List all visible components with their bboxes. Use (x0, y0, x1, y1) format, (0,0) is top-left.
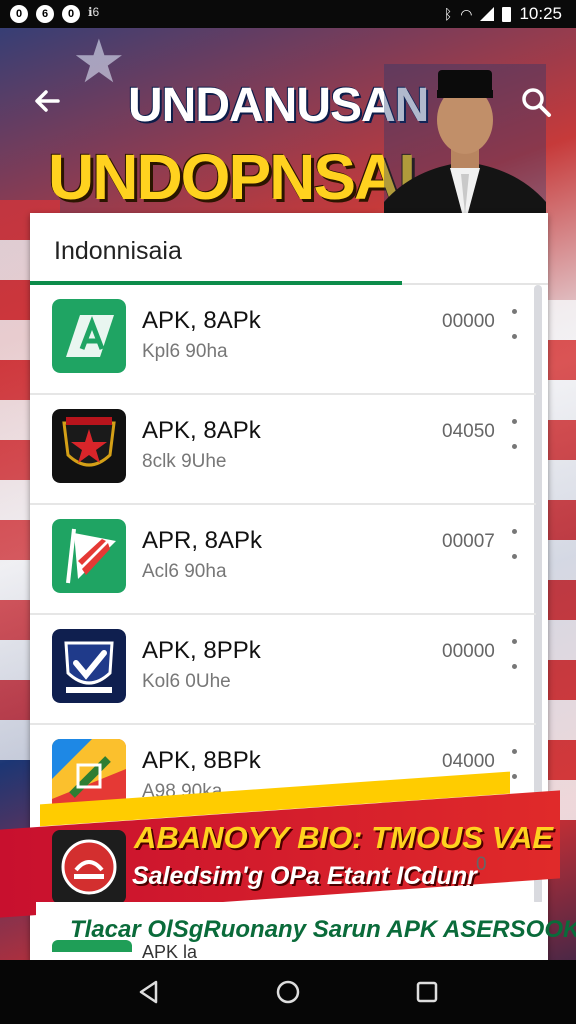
list-item[interactable]: APK, 8PPk Kol6 0Uhe 00000 (30, 615, 536, 725)
header-banner: UNDANUSAN UNDOPNSAI (0, 28, 576, 242)
more-options-icon[interactable] (506, 639, 522, 669)
notification-icon: 0 (10, 5, 28, 23)
battery-icon (502, 6, 512, 22)
navigation-bar (0, 960, 576, 1024)
promo-band-text: Tlacar OlSgRuonany Sarun APK ASERSOOK (70, 916, 576, 943)
flag-emblem-icon (52, 519, 126, 593)
status-bar: 0 6 0 ℹ6 ᛒ ◠ 10:25 (0, 0, 576, 28)
app-size: 04000 (442, 751, 495, 772)
app-title: APK, 8BPk (142, 747, 261, 774)
list-item[interactable]: APK, 8APk 8clk 9Uhe 04050 (30, 395, 536, 505)
wifi-icon: ◠ (460, 5, 473, 22)
app-size: 00000 (442, 641, 495, 662)
app-title: APK, 8PPk (142, 637, 261, 664)
back-triangle-icon (140, 980, 158, 1004)
app-subtitle: Kpl6 90ha (142, 341, 228, 362)
blue-shield-icon (52, 629, 126, 703)
red-star-emblem-icon (52, 409, 126, 483)
app-list: APK, 8APk Kpl6 90ha 00000 APK, 8APk 8clk… (30, 285, 536, 835)
promo-headline: ABANOYY BIO: TMOUS VAE (134, 820, 554, 855)
app-size: 04050 (442, 421, 495, 442)
notification-icon: 0 (62, 5, 80, 23)
nav-home-button[interactable] (273, 977, 303, 1007)
app-subtitle: Acl6 90ha (142, 561, 227, 582)
home-circle-icon (276, 980, 300, 1004)
app-title: APR, 8APk (142, 527, 263, 554)
partial-app-icon (52, 940, 132, 952)
tab-bar: Indonnisaia (30, 213, 548, 285)
arrow-left-icon (35, 90, 60, 112)
header-title-line2: UNDOPNSAI (48, 141, 416, 213)
app-size: 00000 (442, 311, 495, 332)
app-size: 0 (476, 854, 487, 875)
app-subtitle: Kol6 0Uhe (142, 671, 231, 692)
nav-back-button[interactable] (134, 977, 164, 1007)
tab-indonesia[interactable]: Indonnisaia (54, 237, 182, 266)
bluetooth-icon: ᛒ (443, 6, 453, 22)
nav-recents-button[interactable] (412, 977, 442, 1007)
notification-icon: ℹ6 (88, 5, 100, 19)
more-options-icon[interactable] (506, 309, 522, 339)
app-subtitle: 8clk 9Uhe (142, 451, 227, 472)
green-shield-a-icon (52, 299, 126, 373)
notification-icon: 6 (36, 5, 54, 23)
back-button[interactable] (30, 84, 64, 118)
app-size: 00007 (442, 531, 495, 552)
more-options-icon[interactable] (506, 529, 522, 559)
red-emblem-icon (52, 830, 126, 904)
list-item[interactable]: APR, 8APk Acl6 90ha 00007 (30, 505, 536, 615)
more-options-icon[interactable] (506, 419, 522, 449)
app-title: APK, 8APk (142, 307, 261, 334)
app-title: APK, 8APk (142, 417, 261, 444)
list-item[interactable]: APK, 8APk Kpl6 90ha 00000 (30, 285, 536, 395)
promo-subheadline: Saledsim'g OPa Etant ICdunr (132, 862, 477, 890)
signal-icon (480, 7, 495, 21)
clock: 10:25 (519, 4, 562, 23)
promo-banner[interactable]: ABANOYY BIO: TMOUS VAE Saledsim'g OPa Et… (0, 771, 576, 962)
search-icon (522, 88, 551, 117)
search-button[interactable] (518, 84, 554, 120)
recents-square-icon (416, 981, 437, 1003)
